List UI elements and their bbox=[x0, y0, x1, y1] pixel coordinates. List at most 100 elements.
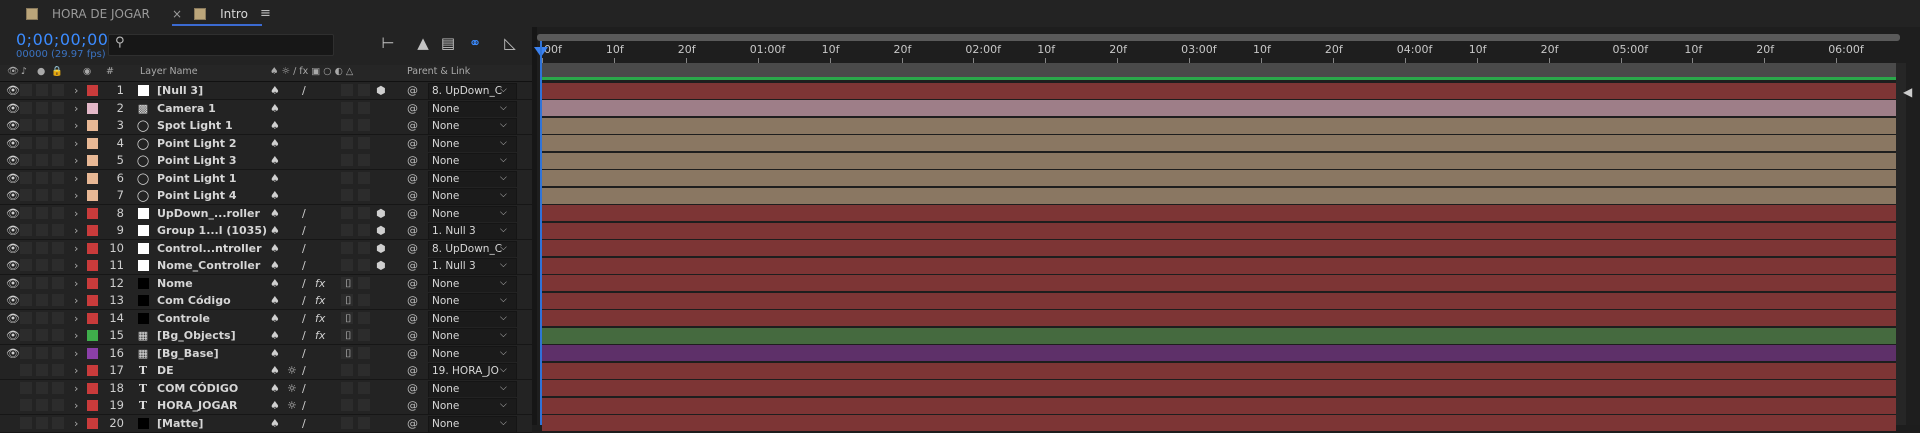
layer-row[interactable]: 👁 › 1 [Null 3] ♠ ∕ ⬢ @ 8. UpDown_C ⌵ bbox=[0, 82, 532, 100]
solo-toggle[interactable] bbox=[36, 241, 48, 254]
solo-toggle[interactable] bbox=[36, 346, 48, 359]
label-color-swatch[interactable] bbox=[87, 400, 98, 411]
time-navigator[interactable] bbox=[537, 34, 1900, 41]
layer-name-column-header[interactable]: Layer Name bbox=[140, 66, 198, 77]
layer-duration-bar[interactable] bbox=[542, 415, 1896, 431]
audio-toggle[interactable] bbox=[20, 101, 32, 114]
layer-name[interactable]: Nome bbox=[157, 275, 272, 292]
visibility-eye-icon[interactable]: 👁 bbox=[6, 187, 20, 204]
draft-3d-icon[interactable]: ▲ bbox=[413, 33, 433, 53]
layer-row[interactable]: 👁 › 8 UpDown_...roller ♠ ∕ ⬢ @ None ⌵ bbox=[0, 204, 532, 223]
solo-toggle[interactable] bbox=[36, 399, 48, 411]
switch-slot[interactable] bbox=[341, 189, 353, 201]
collapse-switch-icon[interactable]: ☼ bbox=[287, 380, 297, 397]
pick-whip-icon[interactable]: @ bbox=[407, 222, 418, 239]
label-color-swatch[interactable] bbox=[87, 365, 98, 376]
pick-whip-icon[interactable]: @ bbox=[407, 257, 418, 274]
layer-row[interactable]: 👁 › 6 ◯ Point Light 1 ♠ @ None ⌵ bbox=[0, 169, 532, 188]
layer-name[interactable]: Spot Light 1 bbox=[157, 117, 272, 134]
layer-row[interactable]: 👁 › 3 ◯ Spot Light 1 ♠ @ None ⌵ bbox=[0, 117, 532, 135]
solo-toggle[interactable] bbox=[36, 189, 48, 201]
layer-duration-bar[interactable] bbox=[542, 152, 1896, 169]
panel-menu-icon[interactable]: ≡ bbox=[260, 6, 271, 21]
parent-link-column-header[interactable]: Parent & Link bbox=[407, 66, 470, 77]
quality-switch-icon[interactable]: ∕ bbox=[302, 82, 306, 99]
layer-row[interactable]: 👁 › 2 ▩ Camera 1 ♠ @ None ⌵ bbox=[0, 99, 532, 118]
switch-slot[interactable] bbox=[358, 101, 370, 114]
lock-toggle[interactable] bbox=[52, 416, 64, 429]
shy-switch-icon[interactable]: ♠ bbox=[270, 362, 280, 379]
adjustment-switch-icon[interactable]: ⌷ bbox=[345, 345, 352, 362]
switch-slot[interactable] bbox=[341, 259, 353, 271]
layer-duration-bar[interactable] bbox=[542, 292, 1896, 309]
layer-duration-bar[interactable] bbox=[542, 222, 1896, 239]
layer-row[interactable]: 👁 › 11 Nome_Controller ♠ ∕ ⬢ @ 1. Null 3 ⌵ bbox=[0, 257, 532, 275]
switch-slot[interactable] bbox=[358, 364, 370, 376]
lock-toggle[interactable] bbox=[52, 311, 64, 324]
switch-slot[interactable] bbox=[358, 416, 370, 429]
switch-slot[interactable] bbox=[358, 294, 370, 306]
layer-duration-bar[interactable] bbox=[542, 327, 1896, 344]
label-color-swatch[interactable] bbox=[87, 242, 98, 254]
layer-duration-bar[interactable] bbox=[542, 345, 1896, 361]
switch-slot[interactable] bbox=[341, 154, 353, 166]
lock-toggle[interactable] bbox=[52, 189, 64, 201]
current-time-indicator[interactable] bbox=[540, 41, 542, 425]
audio-toggle[interactable] bbox=[20, 416, 32, 429]
shy-switch-icon[interactable]: ♠ bbox=[270, 257, 280, 274]
quality-switch-icon[interactable]: ∕ bbox=[302, 257, 306, 274]
lock-toggle[interactable] bbox=[52, 206, 64, 219]
label-color-swatch[interactable] bbox=[87, 137, 98, 149]
visibility-eye-icon[interactable]: 👁 bbox=[6, 240, 20, 257]
solo-toggle[interactable] bbox=[36, 206, 48, 219]
quality-switch-icon[interactable]: ∕ bbox=[302, 275, 306, 292]
lock-toggle[interactable] bbox=[52, 84, 64, 96]
quality-switch-icon[interactable]: ∕ bbox=[302, 240, 306, 257]
pick-whip-icon[interactable]: @ bbox=[407, 327, 418, 344]
layer-name[interactable]: HORA_JOGAR bbox=[157, 397, 272, 414]
visibility-eye-icon[interactable]: 👁 bbox=[6, 257, 20, 274]
work-area-bar[interactable] bbox=[540, 63, 1898, 77]
audio-toggle[interactable] bbox=[20, 399, 32, 411]
quality-switch-icon[interactable]: ∕ bbox=[302, 415, 306, 432]
layer-name[interactable]: Point Light 4 bbox=[157, 187, 272, 204]
quality-switch-icon[interactable]: ∕ bbox=[302, 292, 306, 309]
3d-layer-switch-icon[interactable]: ⬢ bbox=[376, 82, 386, 99]
label-color-swatch[interactable] bbox=[87, 382, 98, 394]
lock-toggle[interactable] bbox=[52, 399, 64, 411]
switch-slot[interactable] bbox=[341, 119, 353, 131]
pick-whip-icon[interactable]: @ bbox=[407, 135, 418, 152]
switch-slot[interactable] bbox=[341, 241, 353, 254]
shy-switch-icon[interactable]: ♠ bbox=[270, 380, 280, 397]
label-color-swatch[interactable] bbox=[87, 417, 98, 429]
audio-toggle[interactable] bbox=[20, 119, 32, 131]
shy-switch-icon[interactable]: ♠ bbox=[270, 275, 280, 292]
solo-toggle[interactable] bbox=[36, 136, 48, 149]
switch-slot[interactable] bbox=[341, 84, 353, 96]
label-color-swatch[interactable] bbox=[87, 172, 98, 184]
expand-chevron-icon[interactable]: › bbox=[74, 345, 78, 362]
shy-layers-icon[interactable]: ▤ bbox=[438, 33, 458, 53]
audio-toggle[interactable] bbox=[20, 224, 32, 236]
audio-toggle[interactable] bbox=[20, 241, 32, 254]
lock-toggle[interactable] bbox=[52, 154, 64, 166]
layer-row[interactable]: 👁 › 13 Com Código ♠ ∕ fx ⌷ @ None ⌵ bbox=[0, 292, 532, 310]
label-color-swatch[interactable] bbox=[87, 190, 98, 201]
shy-switch-icon[interactable]: ♠ bbox=[270, 100, 280, 117]
switch-slot[interactable] bbox=[341, 381, 353, 394]
comp-mini-flowchart-icon[interactable]: ⊢ bbox=[378, 33, 398, 53]
visibility-eye-icon[interactable]: 👁 bbox=[6, 222, 20, 239]
layer-row[interactable]: 👁 › 14 Controle ♠ ∕ fx ⌷ @ None ⌵ bbox=[0, 309, 532, 328]
expand-chevron-icon[interactable]: › bbox=[74, 275, 78, 292]
shy-switch-icon[interactable]: ♠ bbox=[270, 222, 280, 239]
layer-duration-bar[interactable] bbox=[542, 187, 1896, 204]
3d-layer-switch-icon[interactable]: ⬢ bbox=[376, 240, 386, 257]
pick-whip-icon[interactable]: @ bbox=[407, 117, 418, 134]
shy-switch-icon[interactable]: ♠ bbox=[270, 415, 280, 432]
visibility-eye-icon[interactable]: 👁 bbox=[6, 152, 20, 169]
quality-switch-icon[interactable]: ∕ bbox=[302, 327, 306, 344]
pick-whip-icon[interactable]: @ bbox=[407, 82, 418, 99]
quality-switch-icon[interactable]: ∕ bbox=[302, 205, 306, 222]
visibility-eye-icon[interactable]: 👁 bbox=[6, 100, 20, 117]
expand-chevron-icon[interactable]: › bbox=[74, 415, 78, 432]
